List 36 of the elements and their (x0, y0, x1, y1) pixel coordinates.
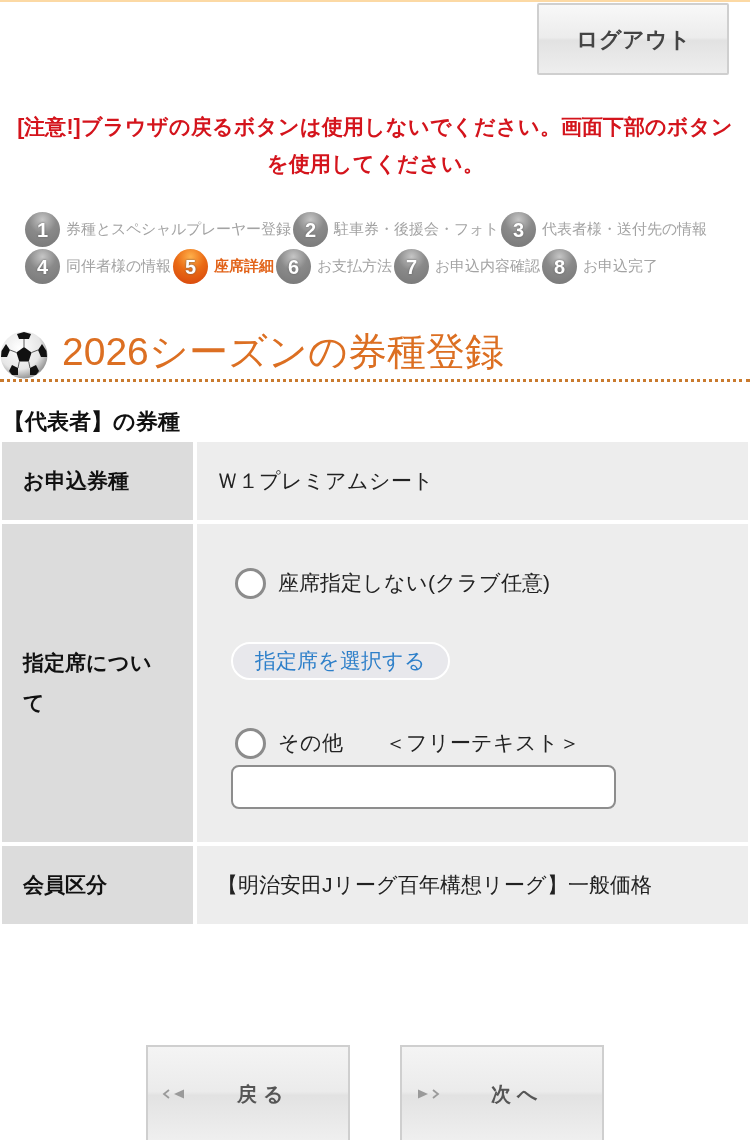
row-value: Ｗ１プレミアムシート (197, 442, 748, 520)
soccer-ball-icon (0, 331, 48, 379)
step-label: 座席詳細 (214, 256, 274, 277)
row-header: お申込券種 (2, 442, 193, 520)
step-label: 代表者様・送付先の情報 (542, 219, 707, 240)
step-number: 7 (394, 249, 429, 284)
radio-button[interactable] (235, 727, 266, 759)
section-title: 2026シーズンの券種登録 (62, 331, 504, 373)
step-label: お申込内容確認 (435, 256, 540, 277)
step-number: 5 (173, 249, 208, 284)
radio-button[interactable] (235, 567, 266, 599)
section-subtitle: 【代表者】の券種 (3, 408, 181, 436)
step-label: 券種とスペシャルプレーヤー登録 (66, 219, 291, 240)
step-number: 3 (501, 212, 536, 247)
step-number: 8 (542, 249, 577, 284)
step-number: 4 (25, 249, 60, 284)
row-value: 【明治安田Jリーグ百年構想リーグ】一般価格 (197, 846, 748, 924)
next-button[interactable]: 次 へ (400, 1045, 604, 1140)
forward-arrows-icon (416, 1088, 440, 1099)
step-number: 1 (25, 212, 60, 247)
option-label: 座席指定しない(クラブ任意) (278, 570, 550, 597)
warning-message: [注意!]ブラウザの戻るボタンは使用しないでください。画面下部のボタンを使用してください。 (16, 114, 734, 178)
step-number: 2 (293, 212, 328, 247)
select-seat-button[interactable]: 指定席を選択する (231, 642, 450, 680)
step-number: 6 (276, 249, 311, 284)
step-label: お支払方法 (317, 256, 392, 277)
back-arrows-icon (162, 1088, 186, 1099)
row-header: 指定席について (2, 524, 193, 842)
logout-button[interactable]: ログアウト (537, 3, 729, 75)
step-label: 駐車券・後援会・フォト (334, 219, 499, 240)
step-label: お申込完了 (583, 256, 658, 277)
back-button[interactable]: 戻 る (146, 1045, 350, 1140)
step-label: 同伴者様の情報 (66, 256, 171, 277)
option-label: その他 ＜フリーテキスト＞ (278, 730, 580, 757)
free-text-field[interactable] (231, 765, 616, 809)
row-header: 会員区分 (2, 846, 193, 924)
